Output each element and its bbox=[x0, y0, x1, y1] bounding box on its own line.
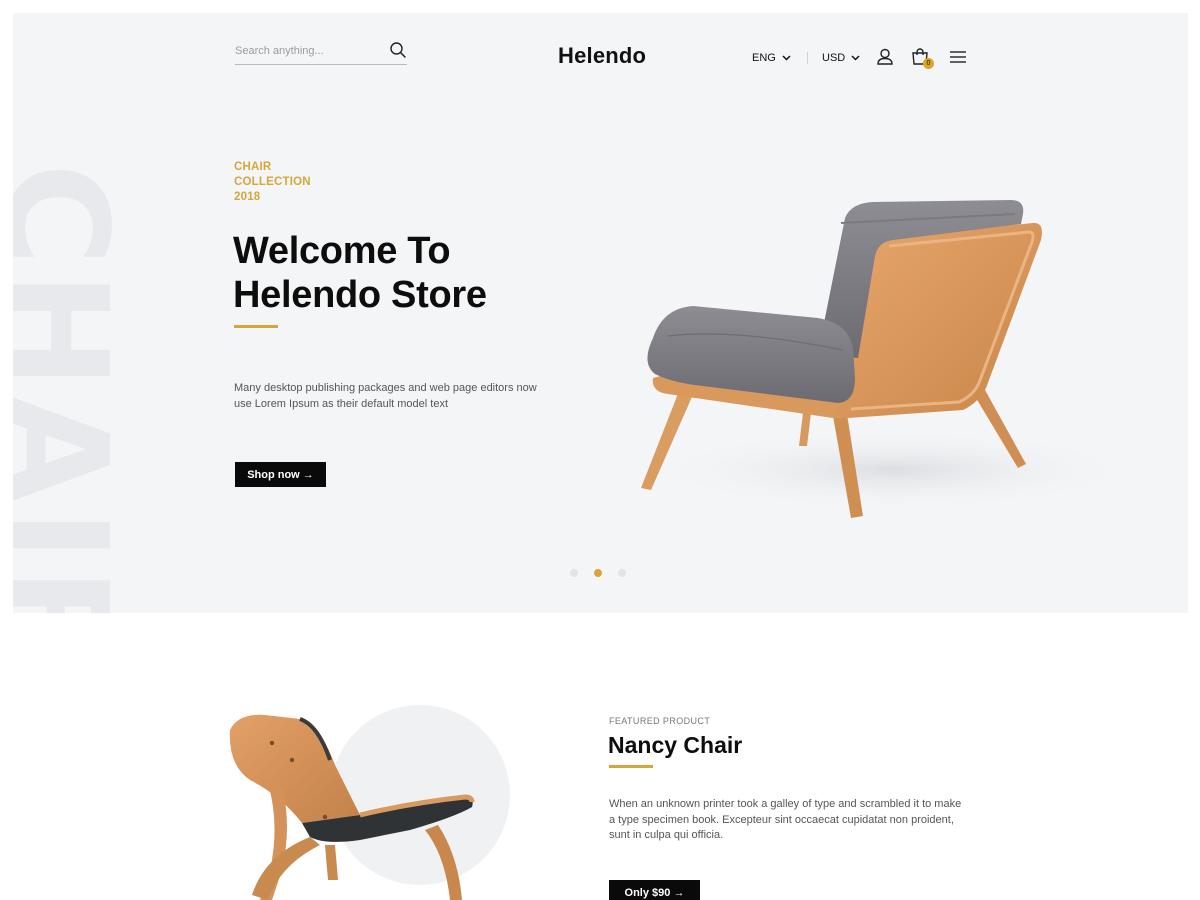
hero-title: Welcome To Helendo Store bbox=[233, 229, 487, 317]
hero-title-line: Helendo Store bbox=[233, 274, 487, 316]
hero-section: CHAIR Helendo ENG USD 0 CHAIR COLLECTION… bbox=[13, 13, 1188, 613]
hero-eyebrow-line: 2018 bbox=[234, 191, 261, 203]
featured-title-underline bbox=[609, 765, 653, 768]
site-logo[interactable]: Helendo bbox=[558, 43, 646, 69]
slider-dot[interactable] bbox=[618, 569, 626, 577]
user-icon[interactable] bbox=[875, 47, 895, 67]
currency-select[interactable]: USD bbox=[822, 52, 860, 64]
hero-watermark: CHAIR bbox=[13, 163, 143, 613]
chevron-down-icon bbox=[851, 55, 860, 61]
language-label: ENG bbox=[752, 52, 776, 64]
shop-now-button[interactable]: Shop now → bbox=[235, 462, 326, 487]
slider-dot-active[interactable] bbox=[594, 569, 602, 577]
hero-watermark-text: CHAIR bbox=[13, 163, 137, 613]
hero-eyebrow-line: COLLECTION bbox=[234, 176, 311, 188]
nancy-chair-image bbox=[229, 714, 475, 900]
currency-label: USD bbox=[822, 52, 846, 64]
slider-dot[interactable] bbox=[570, 569, 578, 577]
cart-count-badge: 0 bbox=[923, 58, 934, 69]
slider-pagination bbox=[570, 569, 626, 577]
lounge-chair-image bbox=[641, 200, 1138, 518]
search-input[interactable] bbox=[235, 41, 375, 61]
chevron-down-icon bbox=[782, 55, 791, 61]
menu-icon[interactable] bbox=[948, 47, 968, 67]
header-divider bbox=[807, 52, 808, 64]
hero-title-line: Welcome To bbox=[233, 230, 451, 272]
featured-title: Nancy Chair bbox=[608, 732, 743, 758]
hero-eyebrow: CHAIR COLLECTION 2018 bbox=[234, 160, 311, 205]
hero-description: Many desktop publishing packages and web… bbox=[234, 382, 537, 410]
buy-featured-button[interactable]: Only $90 → bbox=[609, 880, 700, 900]
search-icon[interactable] bbox=[389, 41, 407, 59]
featured-eyebrow: FEATURED PRODUCT bbox=[609, 716, 711, 726]
search-box bbox=[235, 41, 407, 65]
featured-description: When an unknown printer took a galley of… bbox=[609, 798, 962, 841]
hero-title-underline bbox=[234, 325, 278, 328]
language-select[interactable]: ENG bbox=[752, 52, 791, 64]
hero-eyebrow-line: CHAIR bbox=[234, 161, 272, 173]
